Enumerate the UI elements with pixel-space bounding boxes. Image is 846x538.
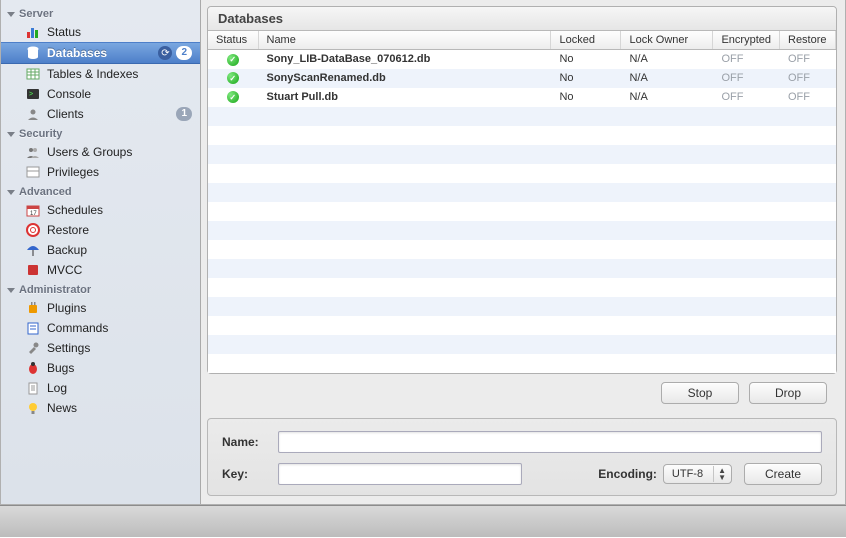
- column-header[interactable]: Locked: [551, 31, 621, 50]
- count-badge: 2: [176, 46, 192, 60]
- encoding-select[interactable]: UTF-8 ▲▼: [663, 464, 732, 484]
- panel-button-row: Stop Drop: [201, 374, 837, 412]
- table-icon: [25, 66, 41, 82]
- sidebar-item-label: Commands: [47, 321, 192, 335]
- encoding-label: Encoding:: [598, 467, 657, 481]
- sidebar-item-label: Users & Groups: [47, 145, 192, 159]
- group-header[interactable]: Server: [1, 4, 200, 22]
- sidebar-item-restore[interactable]: Restore: [1, 220, 200, 240]
- commands-icon: [25, 320, 41, 336]
- sidebar-item-schedules[interactable]: 17 Schedules: [1, 200, 200, 220]
- sidebar-item-label: Plugins: [47, 301, 192, 315]
- sidebar-item-label: Restore: [47, 223, 192, 237]
- disclosure-triangle-icon: [7, 132, 15, 137]
- panel-title: Databases: [208, 7, 836, 31]
- group-header[interactable]: Security: [1, 124, 200, 142]
- key-input[interactable]: [278, 463, 522, 485]
- sidebar-item-label: Databases: [47, 46, 154, 60]
- sidebar: Server Status Databases ⟳ 2 Tables & Indexes >…: [1, 0, 201, 504]
- disclosure-triangle-icon: [7, 190, 15, 195]
- column-header[interactable]: Lock Owner: [621, 31, 713, 50]
- umbrella-icon: [25, 242, 41, 258]
- disclosure-triangle-icon: [7, 12, 15, 17]
- sidebar-item-label: Backup: [47, 243, 192, 257]
- status-ok-icon: ✓: [227, 72, 239, 84]
- create-database-form: Name: Key: Encoding: UTF-8 ▲▼ Create: [207, 418, 837, 496]
- sidebar-item-status[interactable]: Status: [1, 22, 200, 42]
- table-row[interactable]: ✓Stuart Pull.dbNoN/AOFFOFF: [208, 88, 836, 107]
- sidebar-item-bugs[interactable]: Bugs: [1, 358, 200, 378]
- db-name: SonyScanRenamed.db: [258, 69, 551, 88]
- sidebar-item-label: Bugs: [47, 361, 192, 375]
- database-icon: [25, 45, 41, 61]
- sidebar-item-privileges[interactable]: Privileges: [1, 162, 200, 182]
- sidebar-item-label: Schedules: [47, 203, 192, 217]
- calendar-icon: 17: [25, 202, 41, 218]
- bar-chart-icon: [25, 24, 41, 40]
- refresh-icon[interactable]: ⟳: [158, 46, 172, 60]
- mvcc-icon: [25, 262, 41, 278]
- name-label: Name:: [222, 435, 278, 449]
- status-ok-icon: ✓: [227, 91, 239, 103]
- sidebar-item-databases[interactable]: Databases ⟳ 2: [1, 42, 200, 64]
- sidebar-item-label: Log: [47, 381, 192, 395]
- stop-button[interactable]: Stop: [661, 382, 739, 404]
- sidebar-item-label: Tables & Indexes: [47, 67, 192, 81]
- sidebar-item-backup[interactable]: Backup: [1, 240, 200, 260]
- column-header[interactable]: Encrypted: [713, 31, 780, 50]
- sidebar-item-news[interactable]: News: [1, 398, 200, 418]
- sidebar-item-clients[interactable]: Clients1: [1, 104, 200, 124]
- privileges-icon: [25, 164, 41, 180]
- log-icon: [25, 380, 41, 396]
- sidebar-item-label: Settings: [47, 341, 192, 355]
- sidebar-item-label: MVCC: [47, 263, 192, 277]
- users-icon: [25, 144, 41, 160]
- sidebar-item-plugins[interactable]: Plugins: [1, 298, 200, 318]
- bulb-icon: [25, 400, 41, 416]
- sidebar-item-console[interactable]: > Console: [1, 84, 200, 104]
- wrench-icon: [25, 340, 41, 356]
- group-header[interactable]: Administrator: [1, 280, 200, 298]
- databases-table: StatusNameLockedLock OwnerEncryptedResto…: [208, 31, 836, 373]
- table-row[interactable]: ✓SonyScanRenamed.dbNoN/AOFFOFF: [208, 69, 836, 88]
- sidebar-item-tables-indexes[interactable]: Tables & Indexes: [1, 64, 200, 84]
- disclosure-triangle-icon: [7, 288, 15, 293]
- window-bottom-bar: [0, 505, 846, 537]
- sidebar-item-mvcc[interactable]: MVCC: [1, 260, 200, 280]
- name-input[interactable]: [278, 431, 822, 453]
- column-header[interactable]: Name: [258, 31, 551, 50]
- sidebar-item-label: News: [47, 401, 192, 415]
- encoding-value: UTF-8: [672, 468, 703, 480]
- create-button[interactable]: Create: [744, 463, 822, 485]
- db-name: Stuart Pull.db: [258, 88, 551, 107]
- count-badge: 1: [176, 107, 192, 121]
- column-header[interactable]: Restore: [780, 31, 836, 50]
- sidebar-item-label: Console: [47, 87, 192, 101]
- sidebar-item-users-groups[interactable]: Users & Groups: [1, 142, 200, 162]
- status-ok-icon: ✓: [227, 54, 239, 66]
- bug-icon: [25, 360, 41, 376]
- sidebar-item-label: Clients: [47, 107, 176, 121]
- sidebar-item-commands[interactable]: Commands: [1, 318, 200, 338]
- svg-text:>: >: [29, 91, 33, 98]
- sidebar-item-log[interactable]: Log: [1, 378, 200, 398]
- drop-button[interactable]: Drop: [749, 382, 827, 404]
- sidebar-item-settings[interactable]: Settings: [1, 338, 200, 358]
- sidebar-item-label: Privileges: [47, 165, 192, 179]
- group-header[interactable]: Advanced: [1, 182, 200, 200]
- sidebar-item-label: Status: [47, 25, 192, 39]
- console-icon: >: [25, 86, 41, 102]
- column-header[interactable]: Status: [208, 31, 258, 50]
- svg-text:17: 17: [30, 211, 37, 217]
- plugin-icon: [25, 300, 41, 316]
- lifebuoy-icon: [25, 222, 41, 238]
- clients-icon: [25, 106, 41, 122]
- updown-icon: ▲▼: [718, 467, 729, 481]
- db-name: Sony_LIB-DataBase_070612.db: [258, 50, 551, 69]
- key-label: Key:: [222, 467, 278, 481]
- databases-panel: Databases StatusNameLockedLock OwnerEncr…: [207, 6, 837, 374]
- content-area: Databases StatusNameLockedLock OwnerEncr…: [201, 0, 845, 504]
- table-row[interactable]: ✓Sony_LIB-DataBase_070612.dbNoN/AOFFOFF: [208, 50, 836, 69]
